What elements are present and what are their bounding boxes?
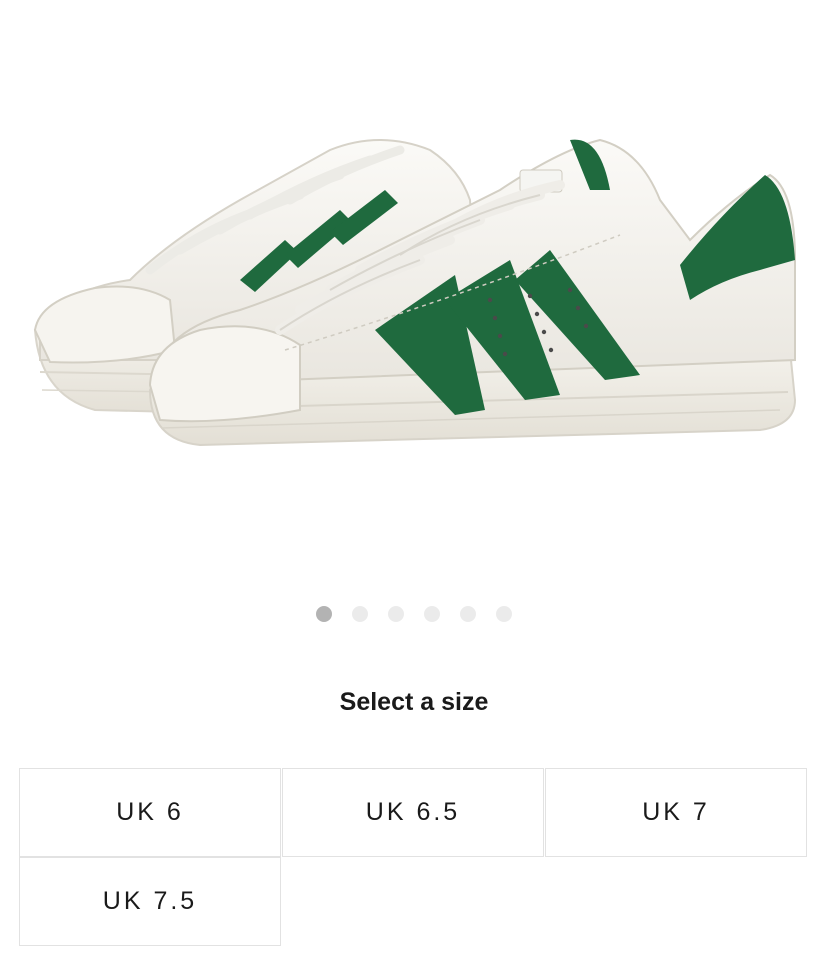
gallery-dot[interactable] [388,606,404,622]
gallery-dot[interactable] [496,606,512,622]
gallery-dot[interactable] [316,606,332,622]
gallery-pagination [0,606,828,622]
gallery-dot[interactable] [352,606,368,622]
gallery-dot[interactable] [460,606,476,622]
size-option-uk-6-5[interactable]: UK 6.5 [282,768,544,857]
size-option-uk-7-5[interactable]: UK 7.5 [19,857,281,946]
size-option-uk-7[interactable]: UK 7 [545,768,807,857]
product-image-gallery[interactable] [0,0,828,590]
shoe-product-image [33,138,797,447]
size-selector-title: Select a size [339,688,489,716]
gallery-dot[interactable] [424,606,440,622]
size-option-uk-6[interactable]: UK 6 [19,768,281,857]
